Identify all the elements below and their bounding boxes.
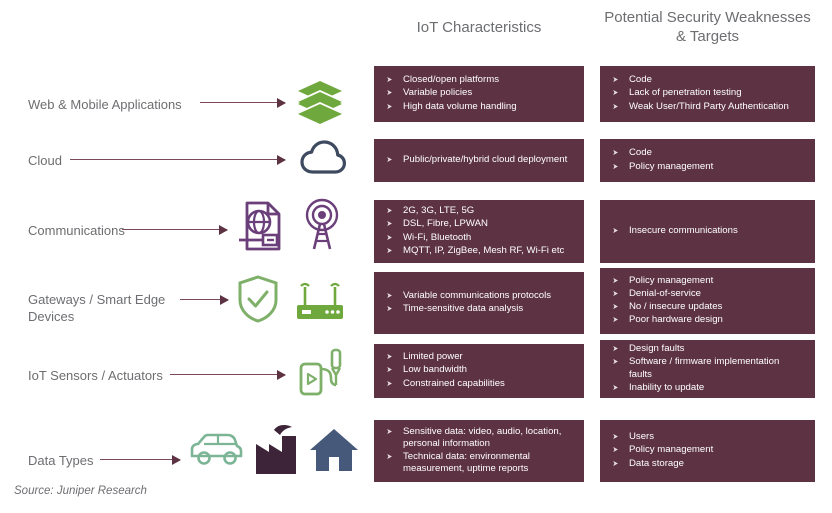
bullet-item: Variable communications protocols bbox=[386, 290, 574, 302]
arrow-data-types bbox=[100, 455, 181, 465]
characteristics-list: Sensitive data: video, audio, location, … bbox=[386, 426, 574, 477]
characteristics-box-web-mobile-applications: Closed/open platformsVariable policies Hi… bbox=[374, 66, 584, 122]
bullet-item: Weak User/Third Party Authentication bbox=[612, 101, 805, 113]
source-caption: Source: Juniper Research bbox=[14, 485, 147, 497]
bullet-item: Users bbox=[612, 431, 805, 443]
bullet-item: Public/private/hybrid cloud deployment bbox=[386, 154, 574, 166]
row-label-web-mobile-applications: Web & Mobile Applications bbox=[28, 97, 182, 112]
bullet-item: Constrained capabilities bbox=[386, 378, 574, 390]
arrow-web-mobile-applications bbox=[200, 98, 286, 108]
icon-group-data-types bbox=[188, 424, 360, 476]
bullet-item: Time-sensitive data analysis bbox=[386, 303, 574, 315]
bullet-item: Code bbox=[612, 147, 805, 159]
bullet-item: No / insecure updates bbox=[612, 301, 805, 313]
characteristics-list: Closed/open platformsVariable policies Hi… bbox=[386, 74, 574, 114]
bullet-item: Denial-of-service bbox=[612, 288, 805, 300]
radio-tower-icon bbox=[302, 198, 342, 252]
icon-group-iot-sensors-actuators bbox=[298, 344, 348, 398]
weaknesses-list: Code Policy management bbox=[612, 147, 805, 173]
bullet-item: Software / firmware implementation fault… bbox=[612, 356, 805, 380]
bullet-item: Design faults bbox=[612, 343, 805, 355]
bullet-item: 2G, 3G, LTE, 5G bbox=[386, 205, 574, 217]
router-icon bbox=[294, 275, 346, 323]
bullet-item: Limited power bbox=[386, 351, 574, 363]
column-header-security: Potential Security Weaknesses & Targets bbox=[604, 9, 811, 45]
cloud-icon bbox=[300, 139, 346, 179]
factory-icon bbox=[252, 424, 300, 476]
house-icon bbox=[308, 426, 360, 474]
weaknesses-box-gateways-smart-edge-devices: Policy managementDenial-of-serviceNo / i… bbox=[600, 268, 815, 334]
bullet-item: Insecure communications bbox=[612, 225, 805, 237]
characteristics-box-communications: 2G, 3G, LTE, 5GDSL, Fibre, LPWAN Wi-Fi, B… bbox=[374, 200, 584, 263]
weaknesses-list: CodeLack of penetration testing Weak User… bbox=[612, 74, 805, 114]
arrow-cloud bbox=[70, 155, 286, 165]
globe-document-icon bbox=[236, 200, 282, 252]
diagram-canvas: IoT Characteristics Potential Security W… bbox=[0, 0, 832, 513]
weaknesses-box-cloud: Code Policy management bbox=[600, 139, 815, 182]
weaknesses-list: Design faultsSoftware / firmware impleme… bbox=[612, 343, 805, 395]
arrow-gateways-smart-edge-devices bbox=[180, 295, 229, 305]
characteristics-box-iot-sensors-actuators: Limited powerLow bandwidth Constrained ca… bbox=[374, 344, 584, 398]
bullet-item: Wi-Fi, Bluetooth bbox=[386, 232, 574, 244]
characteristics-box-cloud: Public/private/hybrid cloud deployment bbox=[374, 139, 584, 182]
bullet-item: DSL, Fibre, LPWAN bbox=[386, 218, 574, 230]
bullet-item: Code bbox=[612, 74, 805, 86]
characteristics-list: Variable communications protocolsTime-se… bbox=[386, 290, 574, 316]
icon-group-web-mobile-applications bbox=[296, 72, 344, 130]
icon-group-cloud bbox=[300, 136, 346, 182]
weaknesses-list: Insecure communications bbox=[612, 225, 805, 238]
bullet-item: Data storage bbox=[612, 458, 805, 470]
weaknesses-box-data-types: UsersPolicy management Data storage bbox=[600, 420, 815, 482]
bullet-item: Policy management bbox=[612, 444, 805, 456]
characteristics-box-gateways-smart-edge-devices: Variable communications protocolsTime-se… bbox=[374, 272, 584, 334]
bullet-item: Policy management bbox=[612, 275, 805, 287]
weaknesses-list: Policy managementDenial-of-serviceNo / i… bbox=[612, 275, 805, 328]
characteristics-box-data-types: Sensitive data: video, audio, location, … bbox=[374, 420, 584, 482]
icon-group-gateways-smart-edge-devices bbox=[236, 274, 346, 324]
arrow-communications bbox=[122, 225, 228, 235]
shield-check-icon bbox=[236, 274, 280, 324]
bullet-item: Poor hardware design bbox=[612, 314, 805, 326]
bullet-item: Sensitive data: video, audio, location, … bbox=[386, 426, 574, 450]
bullet-item: Inability to update bbox=[612, 382, 805, 394]
bullet-item: Policy management bbox=[612, 161, 805, 173]
characteristics-list: Limited powerLow bandwidth Constrained ca… bbox=[386, 351, 574, 391]
bullet-item: Lack of penetration testing bbox=[612, 87, 805, 99]
bullet-item: Low bandwidth bbox=[386, 364, 574, 376]
characteristics-list: 2G, 3G, LTE, 5GDSL, Fibre, LPWAN Wi-Fi, B… bbox=[386, 205, 574, 258]
icon-group-communications bbox=[236, 198, 342, 254]
characteristics-list: Public/private/hybrid cloud deployment bbox=[386, 154, 574, 167]
weaknesses-box-web-mobile-applications: CodeLack of penetration testing Weak User… bbox=[600, 66, 815, 122]
sensor-actuator-icon bbox=[298, 345, 348, 397]
column-header-characteristics: IoT Characteristics bbox=[416, 19, 542, 36]
layers-stack-icon bbox=[296, 78, 344, 124]
weaknesses-list: UsersPolicy management Data storage bbox=[612, 431, 805, 471]
car-icon bbox=[188, 432, 244, 468]
bullet-item: Closed/open platforms bbox=[386, 74, 574, 86]
bullet-item: MQTT, IP, ZigBee, Mesh RF, Wi-Fi etc bbox=[386, 245, 574, 257]
arrow-iot-sensors-actuators bbox=[170, 370, 286, 380]
weaknesses-box-communications: Insecure communications bbox=[600, 200, 815, 263]
bullet-item: High data volume handling bbox=[386, 101, 574, 113]
weaknesses-box-iot-sensors-actuators: Design faultsSoftware / firmware impleme… bbox=[600, 340, 815, 398]
bullet-item: Variable policies bbox=[386, 87, 574, 99]
bullet-item: Technical data: environmental measuremen… bbox=[386, 451, 574, 475]
